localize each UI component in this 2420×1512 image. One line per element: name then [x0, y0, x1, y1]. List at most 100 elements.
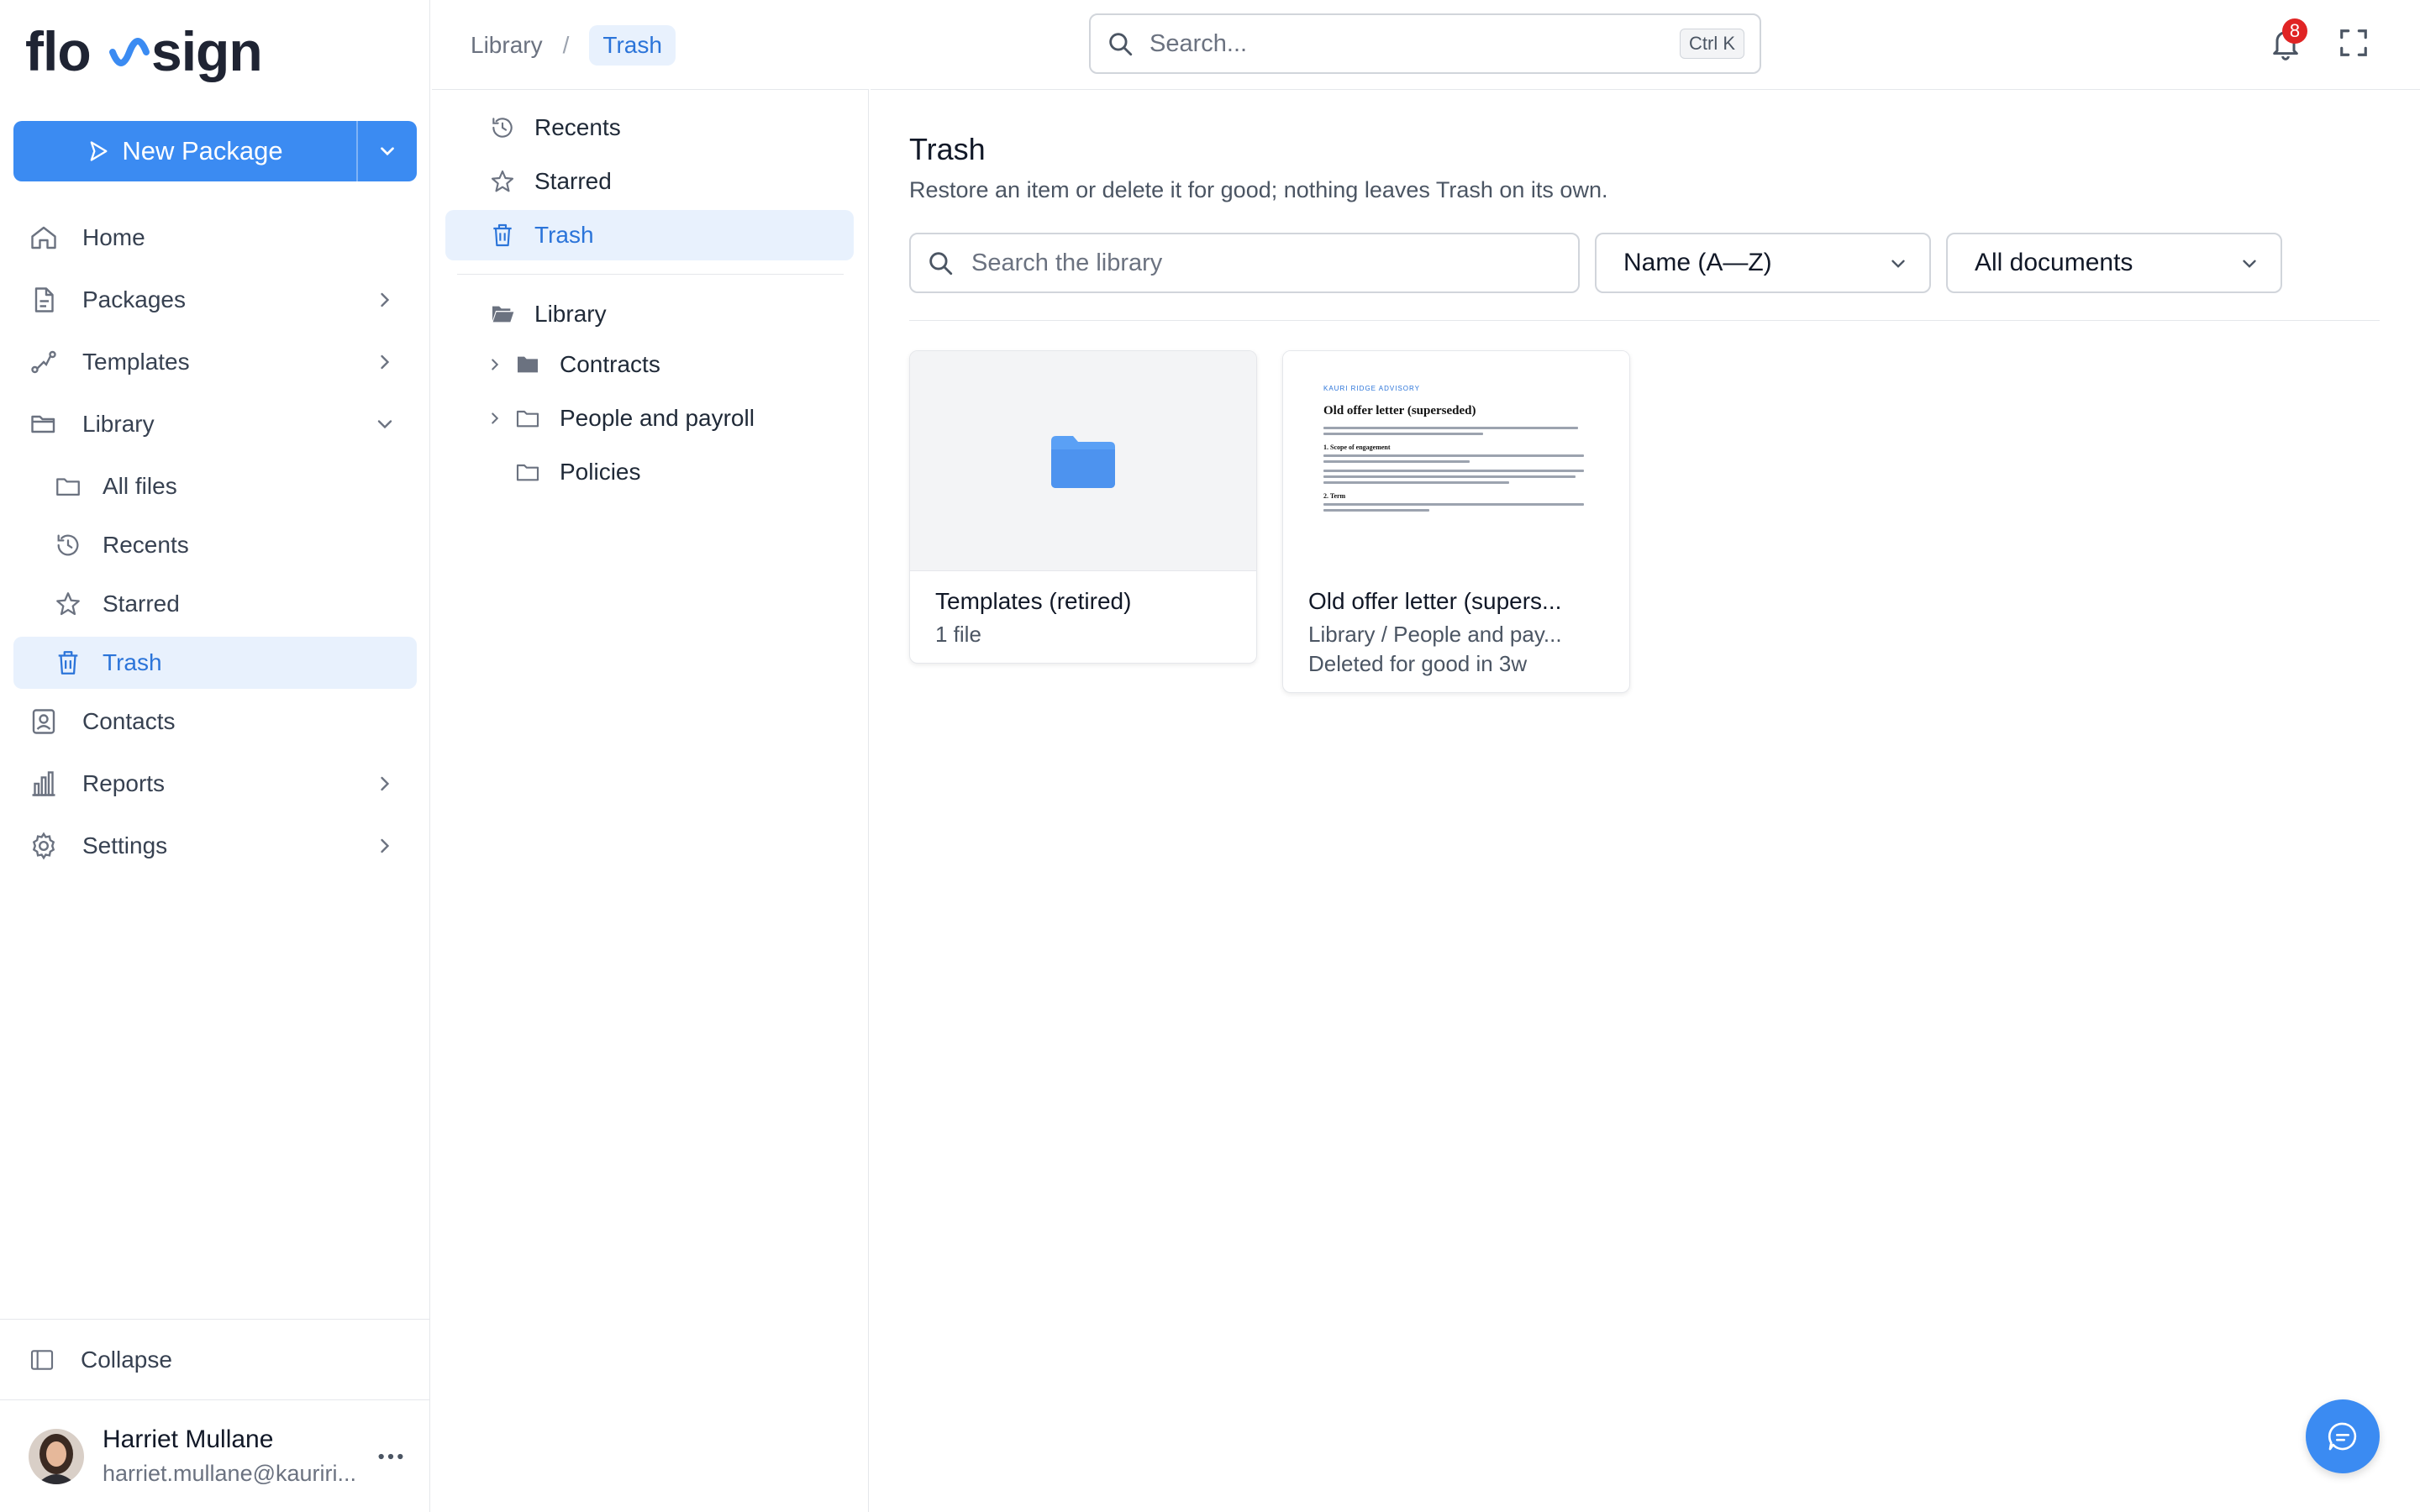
document-preview: KAURI RIDGE ADVISORY Old offer letter (s…: [1283, 351, 1629, 571]
chevron-right-icon[interactable]: [486, 409, 504, 428]
search-icon: [1109, 33, 1133, 56]
nav-sub-recents[interactable]: Recents: [13, 519, 417, 571]
nav-label: Packages: [82, 286, 186, 312]
nav-item-library[interactable]: Library: [13, 398, 417, 450]
nav-sub-label: Trash: [103, 649, 162, 675]
folder-thumbnail: [910, 351, 1256, 571]
breadcrumb-trash[interactable]: Trash: [589, 25, 676, 66]
collapse-label: Collapse: [81, 1346, 172, 1373]
card-path: Library / People and pay...: [1308, 622, 1562, 647]
nav-sub-starred[interactable]: Starred: [13, 578, 417, 630]
main-nav: Home Packages Templates Library All file…: [13, 212, 417, 882]
tree-item-people-and-payroll[interactable]: People and payroll: [486, 393, 755, 444]
folder-filled-icon: [518, 356, 538, 373]
nav-item-packages[interactable]: Packages: [13, 274, 417, 326]
star-icon: [491, 170, 514, 192]
nav-label: Contacts: [82, 708, 176, 734]
chevron-right-icon: [381, 292, 390, 307]
nav-item-home[interactable]: Home: [13, 212, 417, 264]
tree-item-trash[interactable]: Trash: [445, 210, 854, 260]
nav-sub-all-files[interactable]: All files: [13, 460, 417, 512]
document-filter-select[interactable]: All documents: [1946, 233, 2282, 293]
card-deletion-notice: Deleted for good in 3w: [1308, 651, 1528, 676]
tree-item-starred[interactable]: Starred: [489, 156, 612, 207]
filter-value: All documents: [1975, 249, 2133, 276]
tree-item-policies[interactable]: Policies: [514, 447, 640, 497]
breadcrumb-separator: /: [562, 32, 570, 58]
user-info: Harriet Mullane harriet.mullane@kauriri.…: [103, 1425, 356, 1487]
folder-open-icon: [31, 415, 55, 433]
page-title: Trash: [909, 132, 986, 166]
history-icon: [492, 118, 513, 138]
tree-item-contracts[interactable]: Contracts: [486, 339, 660, 390]
doc-section-heading: 1. Scope of engagement: [1323, 443, 1391, 451]
send-icon: [91, 141, 108, 161]
sort-select[interactable]: Name (A—Z): [1595, 233, 1931, 293]
user-profile[interactable]: Harriet Mullane harriet.mullane@kauriri.…: [0, 1399, 430, 1512]
doc-text-line: [1323, 469, 1584, 472]
svg-text:sign: sign: [151, 20, 260, 82]
doc-text-line: [1323, 454, 1584, 457]
card-title: Templates (retired): [935, 588, 1132, 614]
fullscreen-icon[interactable]: [2338, 27, 2370, 59]
new-package-menu-button[interactable]: [356, 121, 417, 181]
trash-card-document[interactable]: KAURI RIDGE ADVISORY Old offer letter (s…: [1282, 350, 1630, 693]
tree-divider: [457, 274, 844, 275]
gear-icon: [32, 832, 55, 860]
nav-label: Library: [82, 411, 155, 437]
collapse-sidebar-button[interactable]: Collapse: [0, 1319, 430, 1399]
breadcrumb-library[interactable]: Library: [471, 32, 543, 59]
chevron-right-icon: [381, 354, 390, 370]
nav-sub-trash[interactable]: Trash: [13, 637, 417, 689]
chevron-down-icon: [2243, 260, 2256, 268]
nav-item-settings[interactable]: Settings: [13, 820, 417, 872]
doc-text-line: [1323, 480, 1510, 484]
flowsign-logo[interactable]: flo sign: [25, 18, 260, 86]
folder-icon: [56, 478, 80, 496]
doc-brand: KAURI RIDGE ADVISORY: [1323, 384, 1420, 392]
svg-text:flo: flo: [25, 20, 91, 82]
contact-card-icon: [32, 709, 55, 734]
nav-item-templates[interactable]: Templates: [13, 336, 417, 388]
global-search-placeholder: Search...: [1150, 29, 1248, 57]
nav-label: Home: [82, 224, 145, 250]
chat-support-button[interactable]: [2306, 1399, 2380, 1473]
avatar: [29, 1428, 84, 1484]
page-subtitle: Restore an item or delete it for good; n…: [909, 177, 1608, 202]
tree-item-library[interactable]: Library: [489, 289, 607, 339]
user-name: Harriet Mullane: [103, 1425, 274, 1453]
chevron-right-icon[interactable]: [486, 355, 504, 374]
home-icon: [31, 226, 56, 249]
folder-icon: [516, 464, 539, 481]
tree-label: Library: [534, 301, 607, 327]
chat-bubble-icon: [2328, 1422, 2357, 1451]
global-search-input[interactable]: Search... Ctrl K: [1089, 13, 1761, 74]
new-package-button-group: New Package: [13, 121, 417, 181]
route-icon: [31, 350, 56, 374]
doc-title: Old offer letter (superseded): [1323, 403, 1476, 417]
search-icon: [929, 252, 953, 276]
chevron-down-icon: [381, 147, 394, 156]
doc-text-line: [1323, 475, 1576, 478]
nav-sub-label: All files: [103, 473, 177, 499]
star-icon: [56, 592, 80, 616]
tree-item-recents[interactable]: Recents: [489, 102, 621, 153]
nav-label: Templates: [82, 349, 190, 375]
notification-badge: 8: [2282, 18, 2307, 44]
doc-text-line: [1323, 426, 1579, 429]
document-icon: [34, 287, 54, 312]
trash-card-folder[interactable]: Templates (retired) 1 file: [909, 350, 1257, 664]
tree-label: Recents: [534, 114, 621, 140]
doc-text-line: [1323, 432, 1483, 435]
chevron-down-icon: [377, 420, 392, 429]
nav-item-contacts[interactable]: Contacts: [13, 696, 417, 748]
more-horizontal-icon[interactable]: [376, 1446, 405, 1467]
tree-label: Starred: [534, 168, 612, 194]
card-meta: 1 file: [935, 622, 981, 647]
library-search-placeholder: Search the library: [971, 249, 1163, 276]
app-sidebar: flo sign New Package Home Packages Templ…: [0, 0, 430, 1512]
library-search-input[interactable]: Search the library: [909, 233, 1580, 293]
new-package-button[interactable]: New Package: [13, 121, 356, 181]
tree-label: Policies: [560, 459, 641, 485]
nav-item-reports[interactable]: Reports: [13, 758, 417, 810]
